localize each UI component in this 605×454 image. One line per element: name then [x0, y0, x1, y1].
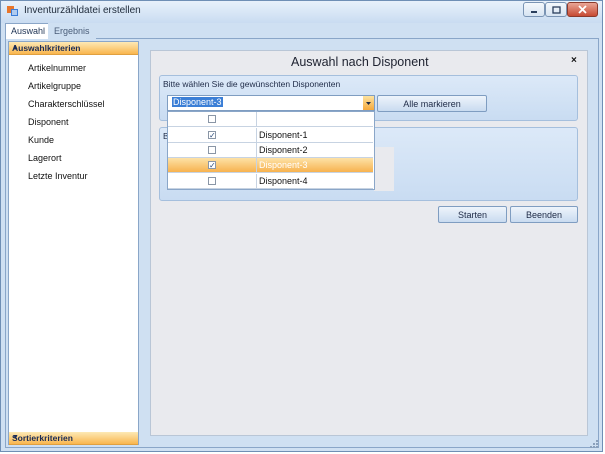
minimize-icon [531, 10, 537, 13]
dropdown-row-label: Disponent-2 [259, 145, 308, 155]
sidebar-item-charakterschluessel[interactable]: Charakterschlüssel [28, 99, 105, 109]
checkbox-checked-icon[interactable]: ✓ [208, 131, 216, 140]
end-button[interactable]: Beenden [510, 206, 578, 223]
checkbox-icon[interactable] [208, 146, 216, 154]
checkbox-checked-icon[interactable]: ✓ [208, 161, 216, 170]
dropdown-row-label: Disponent-1 [259, 130, 308, 140]
sidebar-item-lagerort[interactable]: Lagerort [28, 153, 62, 163]
dropdown-row[interactable]: ✓ Disponent-1 [168, 128, 373, 143]
maximize-icon [551, 5, 561, 14]
sidebar-item-kunde[interactable]: Kunde [28, 135, 54, 145]
disponent-group-label: Bitte wählen Sie die gewünschten Dispone… [163, 79, 341, 89]
close-icon [578, 5, 587, 14]
start-button[interactable]: Starten [438, 206, 507, 223]
tab-auswahl[interactable]: Auswahl [5, 23, 52, 39]
sidebar-item-artikelgruppe[interactable]: Artikelgruppe [28, 81, 81, 91]
sidebar-header-auswahlkriterien[interactable]: Auswahlkriterien ▲ [9, 42, 138, 55]
sidebar-item-artikelnummer[interactable]: Artikelnummer [28, 63, 86, 73]
chevron-up-icon: ▲ [12, 44, 19, 51]
dropdown-row[interactable]: ✓ Disponent-3 [168, 158, 373, 173]
app-icon [7, 5, 19, 17]
dropdown-row[interactable] [168, 112, 373, 127]
column-divider [256, 158, 257, 173]
panel-title: Auswahl nach Disponent [291, 55, 429, 69]
chevron-down-icon [366, 102, 371, 105]
window-title: Inventurzähldatei erstellen [24, 5, 141, 16]
chevron-down-icon: ▼ [12, 434, 19, 441]
dropdown-row[interactable]: Disponent-4 [168, 174, 373, 189]
select-all-button[interactable]: Alle markieren [377, 95, 487, 112]
close-window-button[interactable] [567, 2, 598, 17]
panel-close-icon[interactable]: × [571, 55, 577, 66]
tab-ergebnis[interactable]: Ergebnis [48, 23, 96, 39]
resize-grip-icon[interactable] [589, 439, 599, 449]
dropdown-row-label: Disponent-4 [259, 176, 308, 186]
maximize-button[interactable] [545, 2, 567, 17]
column-divider [256, 128, 257, 143]
second-group-content [374, 147, 394, 191]
column-divider [256, 174, 257, 189]
dropdown-row[interactable]: Disponent-2 [168, 143, 373, 158]
minimize-button[interactable] [523, 2, 545, 17]
column-divider [256, 143, 257, 158]
combobox-dropdown-button[interactable] [363, 96, 374, 110]
column-divider [256, 112, 257, 127]
tab-bar: Auswahl Ergebnis [5, 23, 599, 39]
sidebar-header-sortierkriterien[interactable]: Sortierkriterien ▼ [9, 432, 138, 445]
sidebar-item-letzte-inventur[interactable]: Letzte Inventur [28, 171, 88, 181]
checkbox-icon[interactable] [208, 115, 216, 123]
dropdown-row-label: Disponent-3 [259, 160, 308, 170]
sidebar-item-disponent[interactable]: Disponent [28, 117, 69, 127]
checkbox-icon[interactable] [208, 177, 216, 185]
combobox-value: Disponent-3 [172, 97, 223, 107]
